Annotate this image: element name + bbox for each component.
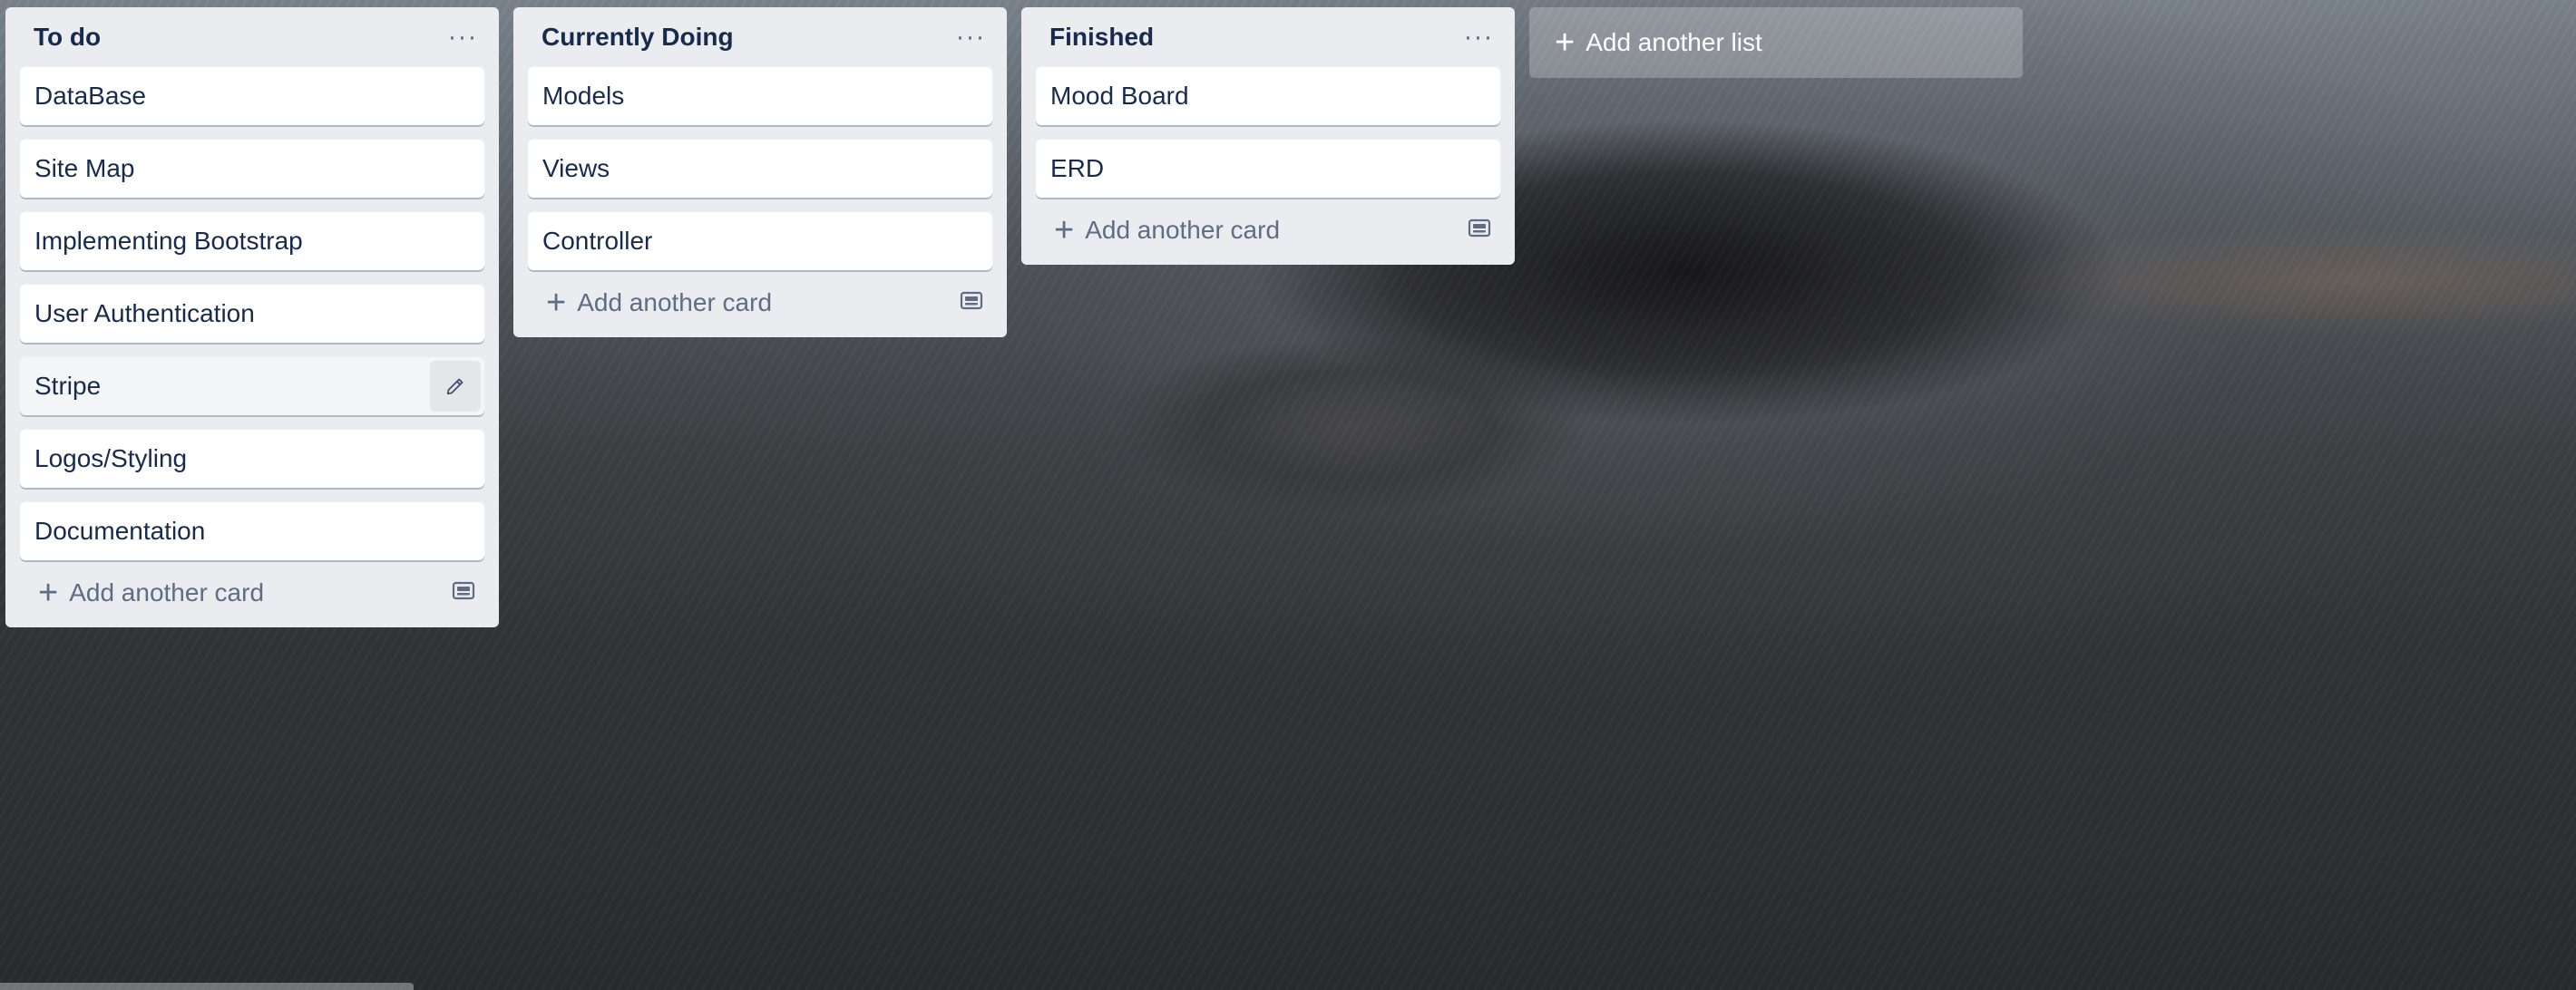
plus-icon: + <box>1555 24 1576 62</box>
list-header: Finished ··· <box>1021 7 1515 67</box>
card-template-icon[interactable] <box>1468 216 1491 245</box>
board: To do ··· DataBase Site Map Implementing… <box>5 7 2023 627</box>
card[interactable]: Implementing Bootstrap <box>20 212 484 270</box>
card-title: Documentation <box>34 517 206 545</box>
add-card-label: Add another card <box>577 288 773 316</box>
card-list: Mood Board ERD <box>1021 67 1515 198</box>
ellipsis-icon[interactable]: ··· <box>443 17 483 57</box>
pencil-icon[interactable] <box>430 361 481 412</box>
card-template-icon[interactable] <box>452 578 475 607</box>
plus-icon: + <box>546 284 567 322</box>
list-title[interactable]: Finished <box>1049 23 1154 52</box>
card[interactable]: User Authentication <box>20 285 484 343</box>
card-title: Logos/Styling <box>34 444 188 472</box>
card[interactable]: ERD <box>1036 140 1500 198</box>
card-template-icon[interactable] <box>960 288 983 317</box>
add-list-button[interactable]: + Add another list <box>1529 7 2023 78</box>
ellipsis-icon[interactable]: ··· <box>1459 17 1498 57</box>
card[interactable]: Controller <box>528 212 992 270</box>
ellipsis-icon[interactable]: ··· <box>951 17 990 57</box>
card[interactable]: DataBase <box>20 67 484 125</box>
add-card-label: Add another card <box>1085 216 1281 244</box>
add-card-button[interactable]: + Add another card <box>5 564 499 622</box>
plus-icon: + <box>38 574 59 612</box>
add-card-label: Add another card <box>69 578 265 607</box>
card-title: User Authentication <box>34 299 255 327</box>
card[interactable]: Documentation <box>20 502 484 560</box>
add-card-button[interactable]: + Add another card <box>1021 201 1515 259</box>
card-list: DataBase Site Map Implementing Bootstrap… <box>5 67 499 560</box>
card-title: Models <box>542 82 625 110</box>
card[interactable]: Views <box>528 140 992 198</box>
card-title: DataBase <box>34 82 146 110</box>
add-list-label: Add another list <box>1586 28 1762 56</box>
card-title: ERD <box>1050 154 1105 182</box>
list-currently-doing: Currently Doing ··· Models Views Control… <box>513 7 1007 337</box>
card[interactable]: Models <box>528 67 992 125</box>
plus-icon: + <box>1054 211 1075 249</box>
card-title: Site Map <box>34 154 135 182</box>
horizontal-scrollbar[interactable] <box>0 983 414 990</box>
card-list: Models Views Controller <box>513 67 1007 270</box>
card[interactable]: Mood Board <box>1036 67 1500 125</box>
card[interactable]: Site Map <box>20 140 484 198</box>
add-card-button[interactable]: + Add another card <box>513 274 1007 332</box>
list-header: To do ··· <box>5 7 499 67</box>
list-finished: Finished ··· Mood Board ERD + Add anothe… <box>1021 7 1515 265</box>
card-title: Controller <box>542 227 653 255</box>
card-title: Mood Board <box>1050 82 1189 110</box>
card-title: Implementing Bootstrap <box>34 227 303 255</box>
list-header: Currently Doing ··· <box>513 7 1007 67</box>
card-title: Views <box>542 154 610 182</box>
list-title[interactable]: Currently Doing <box>542 23 734 52</box>
card[interactable]: Stripe <box>20 357 484 415</box>
card[interactable]: Logos/Styling <box>20 430 484 488</box>
card-title: Stripe <box>34 372 102 400</box>
list-title[interactable]: To do <box>34 23 101 52</box>
list-to-do: To do ··· DataBase Site Map Implementing… <box>5 7 499 627</box>
